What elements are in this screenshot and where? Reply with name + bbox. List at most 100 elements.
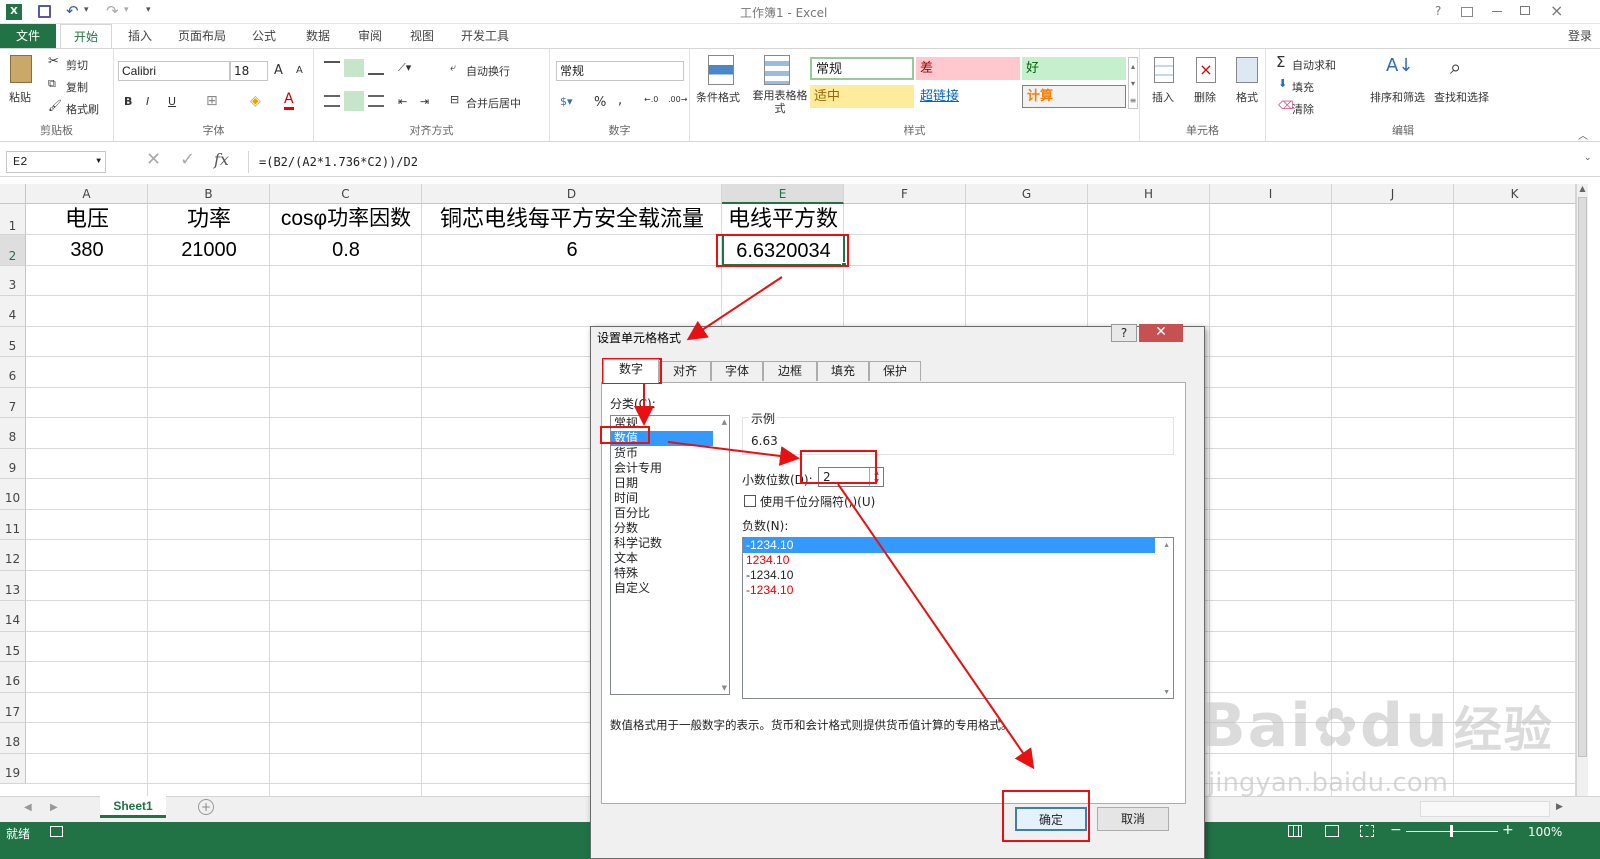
cell-e1[interactable]: 电线平方数	[723, 204, 843, 234]
column-header-g[interactable]: G	[966, 184, 1088, 204]
percent-button[interactable]: %	[594, 95, 606, 110]
sort-filter-icon[interactable]: A↓	[1386, 55, 1413, 76]
column-header-j[interactable]: J	[1332, 184, 1454, 204]
dialog-tab-font[interactable]: 字体	[711, 361, 763, 381]
tab-formulas[interactable]: 公式	[240, 24, 288, 48]
scroll-thumb[interactable]	[1578, 197, 1587, 757]
format-painter-button[interactable]: 格式刷	[66, 101, 99, 117]
fill-button[interactable]: 填充	[1292, 79, 1314, 95]
row-header-3[interactable]: 3	[0, 266, 26, 296]
category-list[interactable]: 常规 数值 货币 会计专用 日期 时间 百分比 分数 科学记数 文本 特殊 自定…	[610, 415, 730, 695]
zoom-level[interactable]: 100%	[1528, 825, 1562, 839]
formula-input[interactable]: =(B2/(A2*1.736*C2))/D2	[248, 151, 1588, 173]
clear-button[interactable]: 清除	[1292, 101, 1314, 117]
column-header-b[interactable]: B	[148, 184, 270, 204]
italic-button[interactable]: I	[146, 95, 149, 108]
save-icon[interactable]	[38, 5, 51, 18]
normal-view-icon[interactable]	[1288, 825, 1302, 837]
category-item[interactable]: 科学记数	[611, 536, 729, 551]
row-header-15[interactable]: 15	[0, 632, 26, 662]
font-color-icon[interactable]: A	[284, 91, 294, 110]
increase-indent-icon[interactable]: ⇥	[420, 95, 429, 108]
dialog-tab-number[interactable]: 数字	[603, 359, 659, 383]
insert-cells-button[interactable]: 插入	[1152, 89, 1174, 105]
cell-c1[interactable]: cosφ功率因数	[271, 204, 421, 234]
row-header-17[interactable]: 17	[0, 693, 26, 723]
style-good[interactable]: 好	[1022, 57, 1126, 80]
cancel-entry-icon[interactable]: ✕	[146, 149, 161, 170]
orientation-icon[interactable]: ⟋▾	[398, 61, 411, 75]
grow-font-icon[interactable]: A	[274, 63, 283, 78]
cell-a2[interactable]: 380	[27, 235, 147, 265]
collapse-ribbon-icon[interactable]: ︿	[1578, 127, 1588, 142]
underline-button[interactable]: U	[168, 95, 176, 108]
merge-center-button[interactable]: 合并后居中	[466, 95, 521, 111]
cell-c2[interactable]: 0.8	[271, 235, 421, 265]
format-as-table-icon[interactable]	[764, 55, 790, 85]
increase-decimal-icon[interactable]: ←.0	[644, 95, 658, 104]
row-header-5[interactable]: 5	[0, 327, 26, 357]
help-icon[interactable]: ?	[1435, 4, 1441, 18]
column-header-k[interactable]: K	[1454, 184, 1576, 204]
sheet-tab-sheet1[interactable]: Sheet1	[100, 796, 166, 818]
row-header-6[interactable]: 6	[0, 357, 26, 388]
negative-format-red-minus[interactable]: -1234.10	[743, 583, 1173, 598]
prev-sheet-icon[interactable]: ◀	[24, 802, 32, 813]
insert-cells-icon[interactable]	[1154, 57, 1174, 83]
fill-icon[interactable]: ⬇	[1278, 77, 1287, 90]
cell-d2[interactable]: 6	[423, 235, 721, 265]
tab-view[interactable]: 视图	[398, 24, 446, 48]
styles-scroll-icon[interactable]: ▴ ▾ ≡	[1128, 57, 1138, 109]
wrap-text-button[interactable]: 自动换行	[466, 63, 510, 79]
borders-icon[interactable]: ⊞	[206, 93, 218, 109]
add-sheet-icon[interactable]: +	[198, 799, 214, 815]
minimize-icon[interactable]	[1492, 11, 1502, 12]
cell-a1[interactable]: 电压	[27, 204, 147, 234]
category-item[interactable]: 货币	[611, 446, 729, 461]
cut-button[interactable]: 剪切	[66, 57, 88, 73]
name-box[interactable]: E2 ▼	[6, 151, 106, 173]
undo-dropdown-icon[interactable]: ▾	[84, 5, 89, 15]
row-header-8[interactable]: 8	[0, 418, 26, 449]
bold-button[interactable]: B	[124, 95, 132, 108]
row-header-1[interactable]: 1	[0, 204, 26, 235]
undo-icon[interactable]: ↶	[66, 2, 79, 20]
column-header-i[interactable]: I	[1210, 184, 1332, 204]
style-normal[interactable]: 常规	[810, 57, 914, 80]
close-icon[interactable]: ×	[1550, 1, 1563, 20]
column-header-e[interactable]: E	[722, 184, 844, 204]
tab-page-layout[interactable]: 页面布局	[170, 24, 234, 48]
category-scroll-down-icon[interactable]: ▼	[722, 684, 727, 692]
copy-icon[interactable]: ⧉	[48, 77, 56, 91]
tab-data[interactable]: 数据	[294, 24, 342, 48]
confirm-entry-icon[interactable]: ✓	[180, 149, 195, 170]
cut-icon[interactable]: ✂	[48, 54, 59, 69]
thousands-separator-label[interactable]: 使用千位分隔符(,)(U)	[760, 493, 875, 510]
dialog-close-button[interactable]: ✕	[1139, 324, 1183, 342]
next-sheet-icon[interactable]: ▶	[50, 802, 58, 813]
dialog-tab-alignment[interactable]: 对齐	[659, 361, 711, 381]
decrease-decimal-icon[interactable]: .00→	[668, 95, 687, 104]
column-header-c[interactable]: C	[270, 184, 422, 204]
column-header-a[interactable]: A	[26, 184, 148, 204]
row-header-16[interactable]: 16	[0, 662, 26, 693]
find-select-icon[interactable]: ⌕	[1450, 55, 1461, 79]
accounting-format-icon[interactable]: $▾	[560, 95, 573, 108]
top-align-icon[interactable]	[324, 61, 340, 75]
category-item[interactable]: 百分比	[611, 506, 729, 521]
number-format-select[interactable]: 常规	[556, 61, 684, 81]
paste-button[interactable]: 粘贴	[9, 89, 31, 105]
scroll-up-icon[interactable]: ▲	[1577, 184, 1588, 193]
row-header-9[interactable]: 9	[0, 449, 26, 479]
shrink-font-icon[interactable]: A	[296, 65, 303, 76]
negative-format[interactable]: -1234.10	[743, 568, 1173, 583]
page-break-view-icon[interactable]	[1360, 825, 1374, 837]
style-calculation[interactable]: 计算	[1022, 85, 1126, 108]
dialog-help-button[interactable]: ?	[1111, 324, 1137, 342]
select-all-corner[interactable]	[0, 184, 26, 204]
negative-format-selected[interactable]: -1234.10	[743, 538, 1155, 553]
category-scroll-up-icon[interactable]: ▲	[722, 418, 727, 426]
style-neutral[interactable]: 适中	[810, 85, 914, 108]
bottom-align-icon[interactable]	[368, 61, 384, 75]
style-hyperlink[interactable]: 超链接	[916, 85, 1020, 108]
